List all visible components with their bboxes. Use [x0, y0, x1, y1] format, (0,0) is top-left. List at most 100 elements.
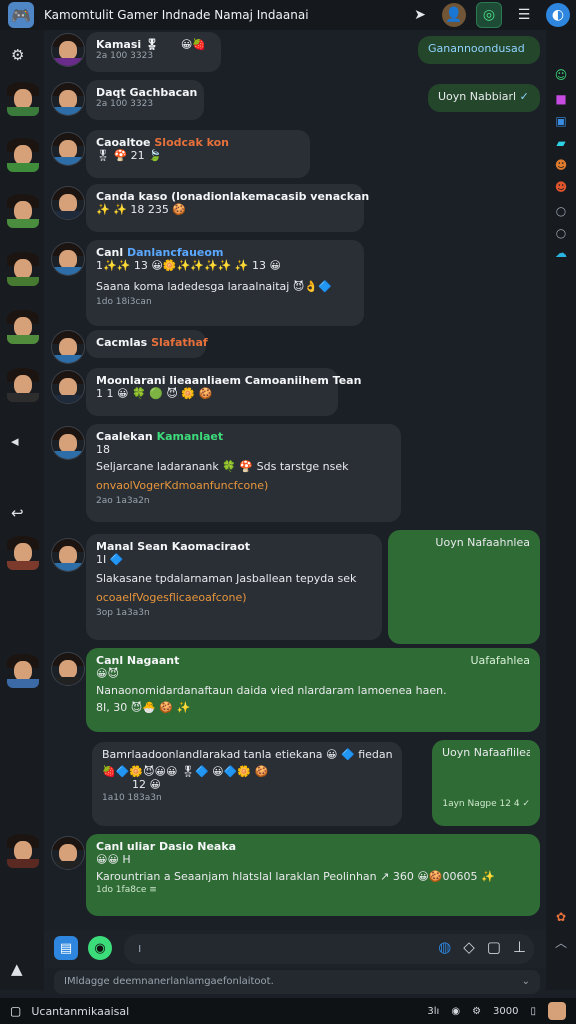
avatar[interactable]: [51, 836, 85, 870]
message-bubble[interactable]: Canda kaso (lonadionlakemacasib venackan…: [86, 184, 369, 232]
composer: ▤ ◉ ı ◍ ◇ ▢ ⊥: [44, 930, 546, 968]
reactions: ✨ ✨ 18 235 🍪: [96, 203, 187, 216]
reactions: 1 1 😀 🍀 🟢 😈 🌼 🍪: [96, 387, 213, 400]
tray-text: 3lı: [427, 1005, 440, 1017]
globe-icon[interactable]: ◍: [438, 938, 451, 956]
avatar[interactable]: [51, 426, 85, 460]
timestamp: 1a10 183a3n: [102, 793, 162, 803]
badge-icon[interactable]: ◐: [546, 3, 570, 27]
sidebar-avatar[interactable]: [7, 310, 39, 344]
sender-name: Canl Nagaant Uafafahlea: [96, 654, 530, 667]
chevron-up-icon[interactable]: ︿: [554, 936, 568, 950]
sticker-icon[interactable]: ◉: [88, 936, 112, 960]
reactions: 1I 🔷: [96, 553, 124, 566]
message-bubble-out[interactable]: Uoyn Nafaahnlea: [388, 530, 540, 644]
message-bubble-out[interactable]: Uoyn Nabbiarl ✓: [428, 84, 540, 112]
app-icon[interactable]: ▣: [554, 114, 568, 128]
avatar[interactable]: [51, 33, 85, 67]
avatar[interactable]: [51, 186, 85, 220]
message-bubble[interactable]: Daqt Gachbacan 2a 100 3323: [86, 80, 204, 120]
status-icon[interactable]: ☺: [554, 68, 568, 82]
message-bubble[interactable]: Manal Sean Kaomaciraot 1I 🔷 Slakasane tp…: [86, 534, 382, 640]
start-icon[interactable]: ▢: [10, 1004, 21, 1018]
cloud-icon[interactable]: ☁: [554, 246, 568, 260]
sidebar-avatar[interactable]: [7, 138, 39, 172]
message-bubble[interactable]: Moonlarani lieaanliaem Camoaniihem Tean …: [86, 368, 362, 416]
message-input[interactable]: ı ◍ ◇ ▢ ⊥: [124, 934, 534, 964]
chat-title: Kamomtulit Gamer Indnade Namaj Indaanai: [44, 8, 309, 22]
reactions: 18: [96, 443, 110, 456]
sender-name: Caoaltoe Slodcak kon: [96, 136, 229, 149]
emoji-icon[interactable]: ☻: [554, 180, 568, 194]
app-icon[interactable]: ▰: [554, 136, 568, 150]
message-text: Slakasane tpdalarnaman Jasballean tepyda…: [96, 572, 357, 585]
sidebar-avatar[interactable]: [7, 834, 39, 868]
reactions: 🍓🔷🌼😈😀😀 🎖🔷 😀🔷🌼 🍪: [102, 765, 269, 778]
timestamp: 3op 1a3a3n: [96, 608, 150, 618]
message-bubble-out[interactable]: Ganannoondusad ✓: [418, 36, 540, 64]
title-bar: 🎮 Kamomtulit Gamer Indnade Namaj Indaana…: [0, 0, 576, 30]
message-link[interactable]: onvaolVogerKdmoanfuncfcone): [96, 479, 391, 492]
reactions: 12 😀: [132, 778, 161, 791]
message-link[interactable]: ocoaelfVogesflicaeoafcone): [96, 591, 372, 604]
message-text: Uoyn Nabbiarl ✓: [438, 90, 529, 103]
circle-icon[interactable]: ○: [554, 226, 568, 240]
attach-icon[interactable]: ▤: [54, 936, 78, 960]
message-bubble[interactable]: Canl Danlancfaueom 1✨✨ 13 😀🌼✨✨✨✨ ✨ 13 😀 …: [86, 240, 364, 326]
taskbar-label: Ucantanmikaaisal: [31, 1004, 130, 1018]
sender-name: Canl uliar Dasio Neaka: [96, 840, 237, 853]
whatsapp-icon[interactable]: ◎: [476, 2, 502, 28]
message-bubble-out[interactable]: Canl uliar Dasio Neaka 😀😀 H Karountrian …: [86, 834, 540, 916]
settings-icon[interactable]: ⚙: [472, 1006, 481, 1017]
app-icon[interactable]: ■: [554, 92, 568, 106]
message-bubble[interactable]: Caalekan Kamanlaet 18 Seljarcane ladaran…: [86, 424, 401, 522]
mic-icon[interactable]: ⊥: [513, 938, 526, 956]
avatar[interactable]: [51, 82, 85, 116]
message-bubble[interactable]: Cacmlas Slafathaf: [86, 330, 208, 358]
message-bubble-out[interactable]: Canl Nagaant Uafafahlea 😀😈 Nanaonomidarda…: [86, 648, 540, 732]
sidebar-avatar[interactable]: [7, 368, 39, 402]
sender-name: Moonlarani lieaanliaem Camoaniihem Tean: [96, 374, 362, 387]
reactions: 🎖 🍄 21 🍃: [96, 149, 162, 162]
avatar[interactable]: [51, 370, 85, 404]
sender-name: Manal Sean Kaomaciraot: [96, 540, 251, 553]
reactions: 8I, 30 😈🐣 🍪 ✨: [96, 701, 191, 714]
sidebar-avatar[interactable]: [7, 654, 39, 688]
gif-icon[interactable]: ◇: [463, 938, 475, 956]
reactions: 😀😀 H: [96, 853, 131, 866]
user-avatar-icon[interactable]: [548, 1002, 566, 1020]
sidebar-avatar[interactable]: [7, 536, 39, 570]
sender-name: Canl Danlancfaueom: [96, 246, 224, 259]
avatar[interactable]: [51, 330, 85, 364]
back-icon[interactable]: ◂: [11, 432, 19, 450]
sidebar-avatar[interactable]: [7, 252, 39, 286]
pin-icon[interactable]: ➤: [408, 3, 432, 27]
emoji-icon[interactable]: ☻: [554, 158, 568, 172]
message-text: Uoyn Nafaahnlea: [435, 536, 530, 549]
message-bubble[interactable]: Kamasi 🎖 😀🍓 2a 100 3323: [86, 32, 221, 72]
home-icon[interactable]: ▲: [11, 960, 23, 978]
avatar[interactable]: [51, 132, 85, 166]
group-avatar[interactable]: 🎮: [8, 2, 34, 28]
menu-icon[interactable]: ☰: [512, 3, 536, 27]
sidebar-avatar[interactable]: [7, 82, 39, 116]
avatar[interactable]: [51, 538, 85, 572]
sidebar-avatar[interactable]: [7, 194, 39, 228]
profile-avatar-icon[interactable]: 👤: [442, 3, 466, 27]
sender-name: Kamasi 🎖 😀🍓: [96, 38, 206, 51]
message-bubble[interactable]: Caoaltoe Slodcak kon 🎖 🍄 21 🍃: [86, 130, 310, 178]
window-icon[interactable]: ▯: [530, 1006, 536, 1017]
timestamp: 1do 1fa8ce ≡: [96, 885, 157, 895]
gear-icon[interactable]: ✿: [554, 910, 568, 924]
browser-icon[interactable]: ◉: [451, 1006, 460, 1017]
chevron-down-icon[interactable]: ⌄: [522, 970, 530, 994]
avatar[interactable]: [51, 652, 85, 686]
image-icon[interactable]: ▢: [487, 938, 501, 956]
message-bubble[interactable]: Bamrlaadoonlandlarakad tanla etiekana 😀 …: [92, 742, 402, 826]
sender-name: Caalekan Kamanlaet: [96, 430, 224, 443]
share-icon[interactable]: ↩: [11, 504, 24, 522]
circle-icon[interactable]: ○: [554, 204, 568, 218]
avatar[interactable]: [51, 242, 85, 276]
settings-icon[interactable]: ⚙: [11, 46, 24, 64]
message-bubble-out[interactable]: Uoyn Nafaaflilea 1ayn Nagpe 12 4 ✓: [432, 740, 540, 826]
